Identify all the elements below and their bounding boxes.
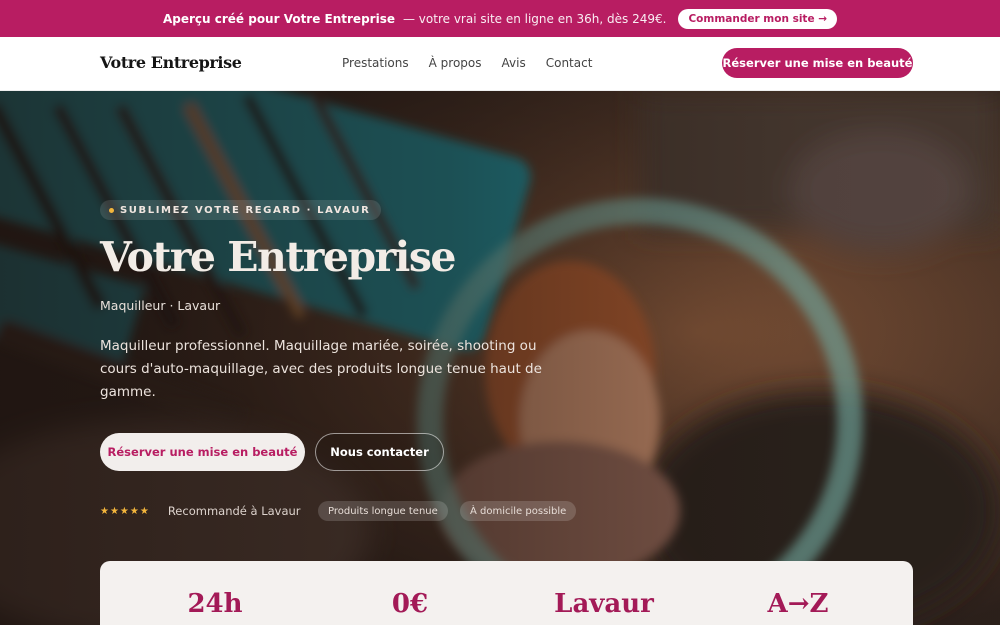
book-button-hero[interactable]: Réserver une mise en beauté [100, 433, 305, 471]
nav-item-a-propos[interactable]: À propos [429, 56, 482, 70]
stats-card: 24h 0€ Lavaur A→Z [100, 561, 913, 625]
stat-value: 0€ [391, 589, 429, 619]
contact-button[interactable]: Nous contacter [315, 433, 444, 471]
star-rating-icon: ★★★★★ [100, 505, 150, 517]
kicker-dot-icon [109, 207, 114, 213]
nav-item-avis[interactable]: Avis [502, 56, 526, 70]
nav-item-contact[interactable]: Contact [546, 56, 593, 70]
stat-value: Lavaur [554, 589, 654, 619]
hero-section: SUBLIMEZ VOTRE REGARD · LAVAUR Votre Ent… [0, 91, 1000, 625]
hero-kicker: SUBLIMEZ VOTRE REGARD · LAVAUR [100, 200, 382, 220]
nav-item-prestations[interactable]: Prestations [342, 56, 409, 70]
stat-value: A→Z [767, 589, 829, 619]
chip-home-service: À domicile possible [460, 501, 577, 521]
rating-text: Recommandé à Lavaur [167, 504, 301, 518]
announcement-text: — votre vrai site en ligne en 36h, dès 2… [402, 11, 667, 26]
chip-long-lasting: Produits longue tenue [318, 501, 448, 521]
main-nav: Votre Entreprise Prestations À propos Av… [0, 37, 1000, 91]
hero-title: Votre Entreprise [100, 233, 457, 281]
announcement-bar: Aperçu créé pour Votre Entreprise — votr… [0, 0, 1000, 37]
book-button-nav[interactable]: Réserver une mise en beauté [722, 48, 913, 78]
hero-subtitle: Maquilleur · Lavaur [100, 298, 221, 313]
nav-menu: Prestations À propos Avis Contact [342, 56, 592, 70]
rating-row: ★★★★★ Recommandé à Lavaur [100, 504, 301, 518]
kicker-text: SUBLIMEZ VOTRE REGARD · LAVAUR [120, 204, 371, 216]
brand-logo[interactable]: Votre Entreprise [100, 53, 242, 72]
hero-description: Maquilleur professionnel. Maquillage mar… [100, 338, 542, 400]
stat-value: 24h [187, 589, 243, 619]
announcement-lead: Aperçu créé pour Votre Entreprise [162, 11, 395, 26]
order-site-button[interactable]: Commander mon site → [678, 8, 838, 29]
